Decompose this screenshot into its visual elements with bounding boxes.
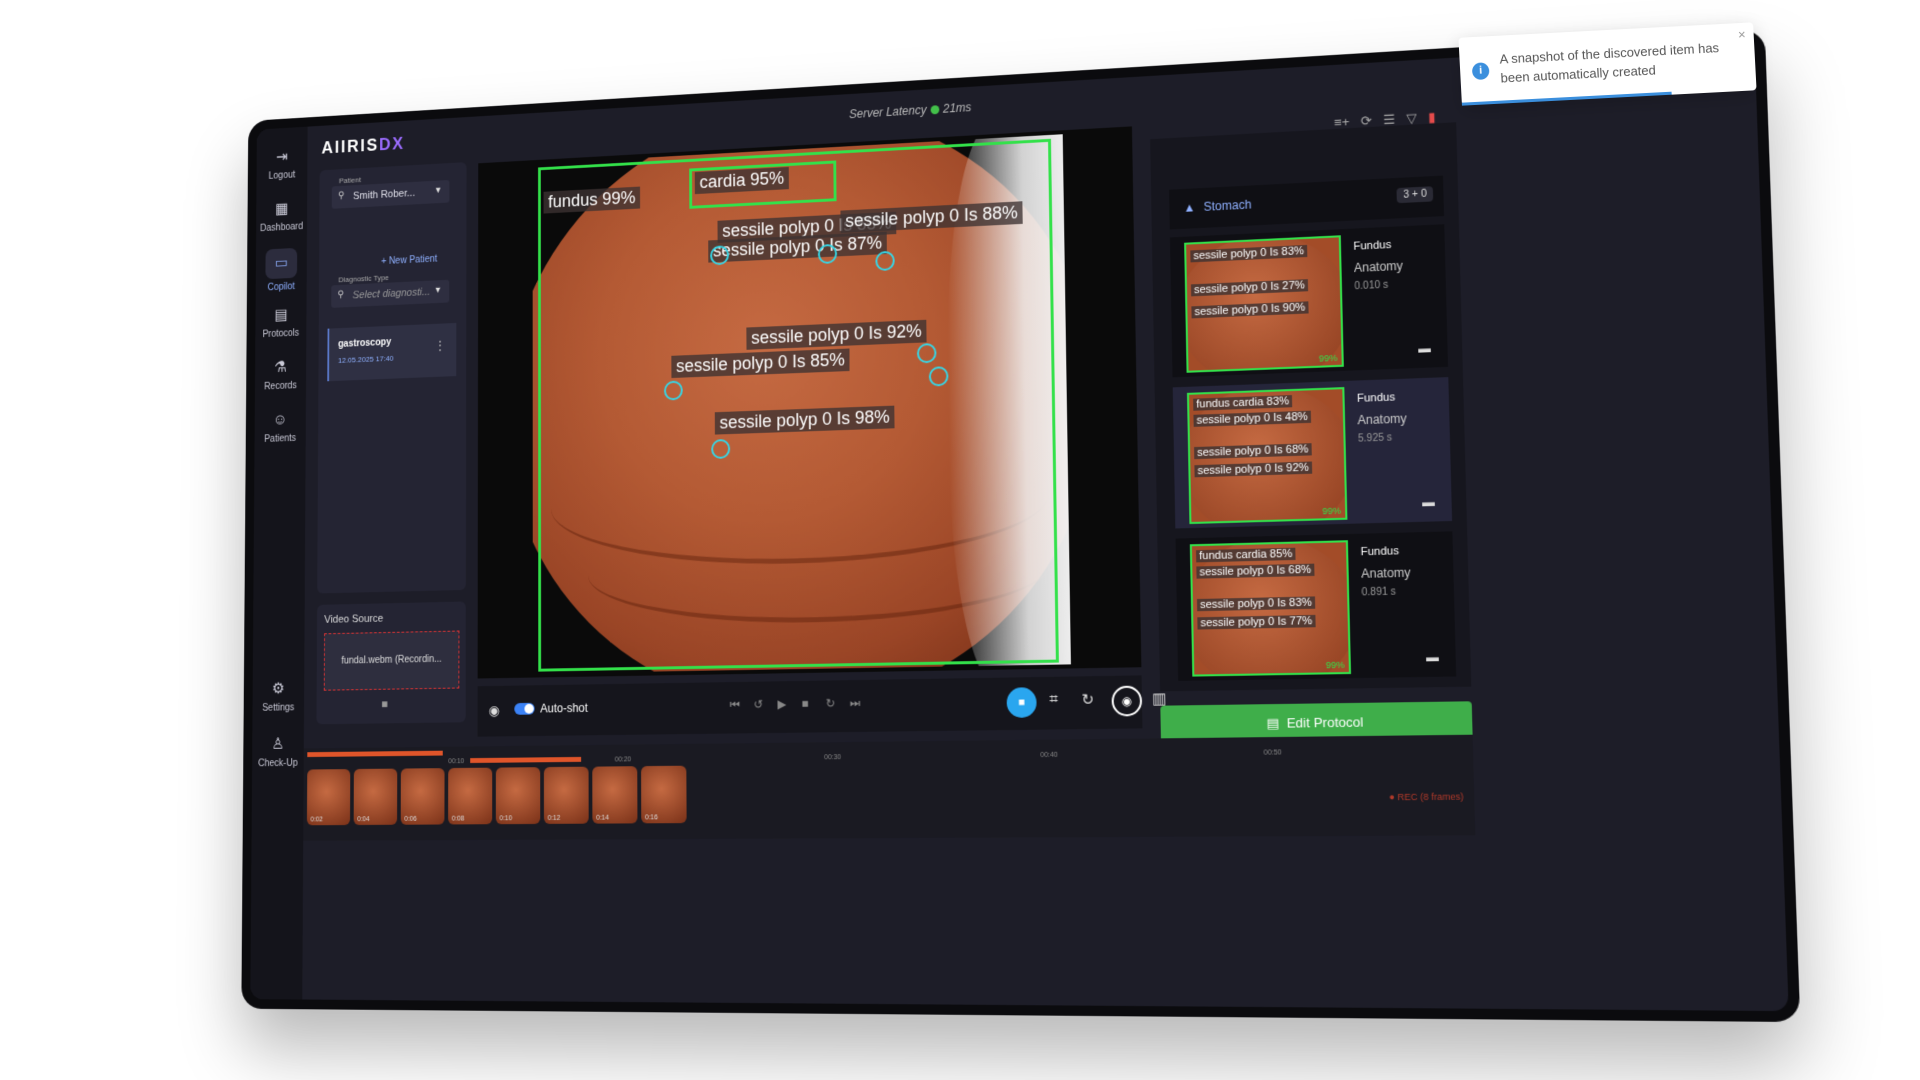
frame-thumbnail[interactable]: 0:06 <box>400 768 445 825</box>
chevron-down-icon: ▼ <box>434 185 443 195</box>
playback-controls: ◉ Auto-shot ⏮ ↺ ▶ ■ ↻ ⏭ ■ ⌗ ↻ ◉ ▥ <box>477 675 1167 737</box>
video-source-file[interactable]: fundal.webm (Recordin... <box>323 630 460 691</box>
session-item[interactable]: gastroscopy 12.05.2025 17:40 ⋮ <box>327 322 457 382</box>
nav-protocols[interactable]: ▤ Protocols <box>255 305 306 340</box>
frame-thumbnail[interactable]: 0:10 <box>495 767 541 825</box>
snapshots-panel: ▲ Stomach 3 + 0 sessile polyp 0 Is 83% s… <box>1150 122 1472 692</box>
timeline-tick: 00:10 <box>448 758 465 766</box>
skip-back-icon[interactable]: ⏮ <box>730 698 740 713</box>
timeline[interactable]: 00:10 00:20 00:30 00:40 00:50 0:02 0:04 … <box>303 734 1476 841</box>
rewind-icon[interactable]: ↺ <box>754 697 764 711</box>
timeline-tick: 00:40 <box>1040 751 1058 760</box>
frame-thumbnail[interactable]: 0:02 <box>306 769 351 826</box>
nav-patients[interactable]: ☺ Patients <box>255 410 306 445</box>
users-icon: ☺ <box>272 411 288 429</box>
timeline-segment <box>470 756 582 763</box>
snapshot-card[interactable]: fundus cardia 83% sessile polyp 0 Is 48%… <box>1172 377 1453 529</box>
organ-icon: ▲ <box>1183 200 1196 215</box>
timeline-tick: 00:20 <box>614 756 632 764</box>
frame-thumbnail[interactable]: 0:04 <box>353 768 398 826</box>
stop-icon[interactable]: ■ <box>801 697 808 711</box>
skip-forward-icon[interactable]: ⏭ <box>850 696 861 711</box>
play-icon[interactable]: ▶ <box>777 697 786 711</box>
snapshot-card[interactable]: sessile polyp 0 Is 83% sessile polyp 0 I… <box>1169 224 1449 378</box>
patient-panel: Patient ⚲ Smith Rober... ▼ + New Patient… <box>317 162 467 594</box>
nav-checkup[interactable]: ♙ Check-Up <box>252 735 304 769</box>
document-icon: ▤ <box>274 307 288 324</box>
crop-icon[interactable]: ⌗ <box>1049 691 1058 708</box>
app-logo: AIIRISDX <box>321 133 405 158</box>
app-window: ⇥ Logout ▦ Dashboard ▭ Copilot ▤ Protocols ⚗… <box>250 39 1789 1012</box>
patient-select[interactable]: Patient ⚲ Smith Rober... ▼ <box>331 176 450 209</box>
timeline-tick: 00:50 <box>1263 749 1282 757</box>
chevron-down-icon: ▼ <box>433 284 442 295</box>
nav-copilot[interactable]: ▭ Copilot <box>256 247 307 293</box>
frame-thumbnail[interactable]: 0:08 <box>448 767 493 825</box>
microscope-icon: ⚗ <box>274 359 287 376</box>
chat-icon: ▭ <box>265 247 298 280</box>
more-icon[interactable]: ⋮ <box>435 339 446 353</box>
eye-icon[interactable]: ◉ <box>1111 685 1143 717</box>
status-dot <box>930 105 940 115</box>
stomach-group-header[interactable]: ▲ Stomach 3 + 0 <box>1169 175 1445 230</box>
endoscopy-viewer: fundus 99% cardia 95% sessile polyp 0 Is… <box>477 126 1142 679</box>
forward-icon[interactable]: ↻ <box>826 696 836 710</box>
camera-icon[interactable]: ◉ <box>489 702 500 719</box>
autoshot-toggle[interactable] <box>514 702 535 715</box>
logout-icon: ⇥ <box>276 149 288 166</box>
new-patient-link[interactable]: + New Patient <box>381 254 437 267</box>
timeline-tick: 00:30 <box>824 754 842 762</box>
person-icon: ♙ <box>271 736 285 753</box>
video-camera-icon[interactable]: ■ <box>381 697 388 711</box>
reset-icon[interactable]: ↻ <box>1081 690 1094 708</box>
info-icon: i <box>1471 62 1490 81</box>
nav-settings[interactable]: ⚙ Settings <box>252 680 304 714</box>
nav-logout[interactable]: ⇥ Logout <box>257 147 308 182</box>
device-frame: ⇥ Logout ▦ Dashboard ▭ Copilot ▤ Protocols ⚗… <box>241 28 1801 1023</box>
nav-records[interactable]: ⚗ Records <box>255 358 306 393</box>
video-source-panel: Video Source fundal.webm (Recordin... ■ <box>316 601 466 725</box>
nav-dashboard[interactable]: ▦ Dashboard <box>256 199 307 234</box>
comment-icon[interactable]: ▬ <box>1418 341 1431 356</box>
frame-thumbnail[interactable]: 0:16 <box>641 765 687 824</box>
snapshot-thumbnail[interactable]: fundus cardia 85% sessile polyp 0 Is 68%… <box>1189 540 1352 677</box>
nav-rail: ⇥ Logout ▦ Dashboard ▭ Copilot ▤ Protocols ⚗… <box>250 126 308 1000</box>
close-icon[interactable]: × <box>1738 27 1746 42</box>
rec-indicator: ● REC (8 frames) <box>1388 791 1464 803</box>
document-icon: ▤ <box>1266 715 1280 731</box>
endoscopy-frame: fundus 99% cardia 95% sessile polyp 0 Is… <box>532 134 1071 674</box>
diagnostic-type-select[interactable]: Diagnostic Type ⚲ Select diagnosti... ▼ <box>331 273 450 308</box>
snapshot-thumbnail[interactable]: fundus cardia 83% sessile polyp 0 Is 48%… <box>1186 387 1348 525</box>
gear-icon: ⚙ <box>271 680 285 698</box>
server-latency: Server Latency 21ms <box>849 100 972 122</box>
frame-thumbnail[interactable]: 0:14 <box>592 766 638 824</box>
count-badge: 3 + 0 <box>1396 186 1434 204</box>
snapshot-thumbnail[interactable]: sessile polyp 0 Is 83% sessile polyp 0 I… <box>1184 235 1344 373</box>
record-stop-button[interactable]: ■ <box>1006 687 1037 718</box>
timeline-segment <box>307 750 443 758</box>
comment-icon[interactable]: ▬ <box>1426 650 1439 665</box>
frame-thumbnail[interactable]: 0:12 <box>543 766 589 824</box>
search-icon: ⚲ <box>337 289 345 301</box>
comment-icon[interactable]: ▬ <box>1422 495 1435 510</box>
dashboard-icon: ▦ <box>274 200 289 218</box>
search-icon: ⚲ <box>337 190 345 202</box>
snapshot-card[interactable]: fundus cardia 85% sessile polyp 0 Is 68%… <box>1175 531 1457 681</box>
